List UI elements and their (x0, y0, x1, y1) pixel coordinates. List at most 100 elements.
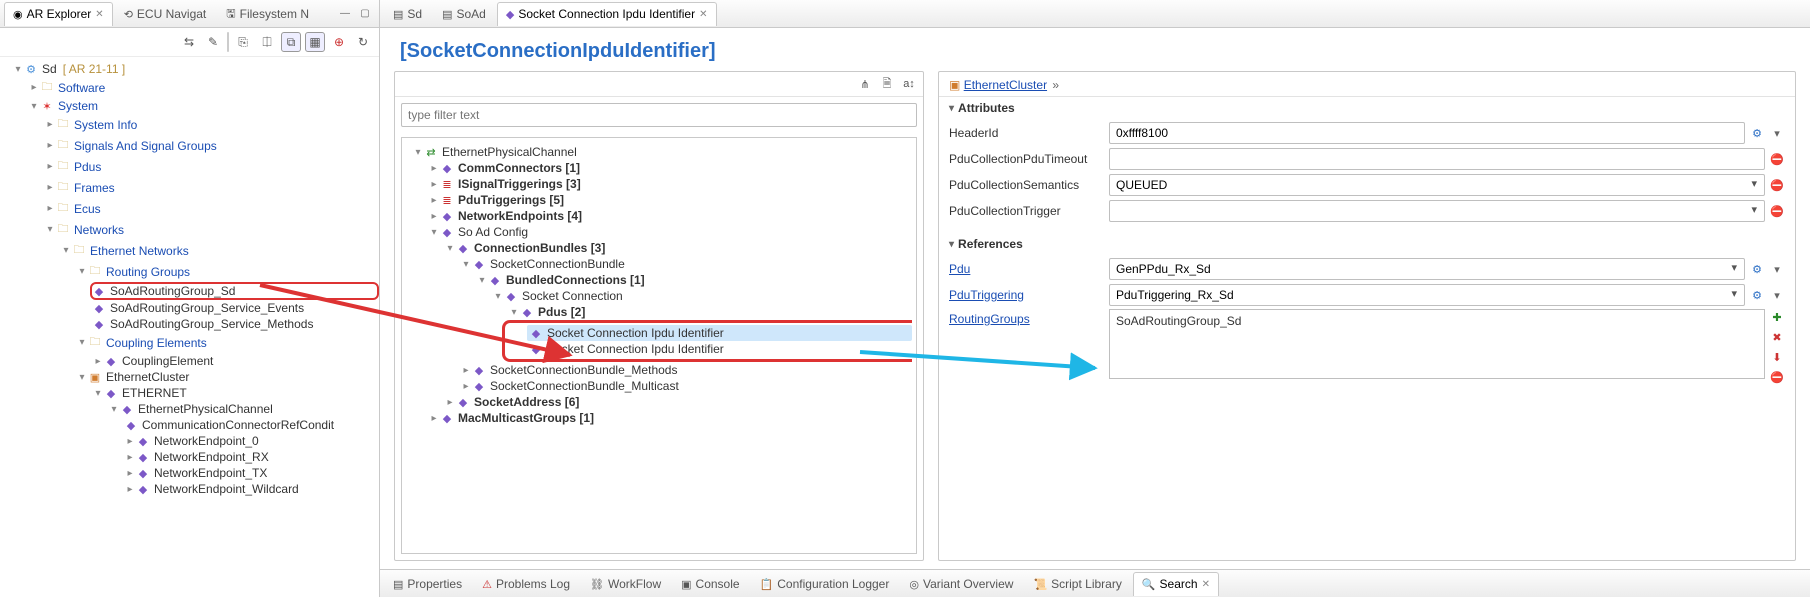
field-link-label[interactable]: Pdu (949, 262, 1109, 276)
doc-icon[interactable]: 🗎 (879, 76, 895, 92)
tree-eth-networks[interactable]: ▾ 🗀 Ethernet Networks (58, 240, 379, 261)
expand-icon[interactable]: ▾ (412, 147, 424, 158)
expand-icon[interactable]: ▸ (428, 195, 440, 206)
hierarchy-icon[interactable]: ⋔ (857, 76, 873, 92)
tree-system[interactable]: ▾ ✶ System (26, 98, 379, 114)
expand-icon[interactable]: ▾ (92, 388, 104, 399)
toolbar-copy-icon[interactable]: ⎘ (233, 32, 253, 52)
ot-scii-selected[interactable]: ◆ Socket Connection Ipdu Identifier (527, 325, 912, 341)
tree-rg-service-methods[interactable]: ◆ SoAdRoutingGroup_Service_Methods (90, 316, 379, 332)
breadcrumb-link[interactable]: EthernetCluster (964, 78, 1047, 92)
close-icon[interactable]: ✕ (699, 9, 707, 20)
tree-coupling-element[interactable]: ▸ ◆ CouplingElement (90, 353, 379, 369)
sort-icon[interactable]: a↕ (901, 76, 917, 92)
expand-icon[interactable]: ▾ (508, 307, 520, 318)
expand-icon[interactable]: ▾ (12, 64, 24, 75)
ot-comm[interactable]: ▸ ◆ CommConnectors [1] (426, 160, 912, 176)
btab-workflow[interactable]: ⛓ WorkFlow (581, 572, 670, 596)
close-icon[interactable]: ✕ (95, 9, 103, 20)
expand-icon[interactable]: ▸ (460, 365, 472, 376)
error-icon[interactable]: ⛔ (1769, 203, 1785, 219)
expand-icon[interactable]: ▾ (492, 291, 504, 302)
expand-icon[interactable]: ▸ (92, 356, 104, 367)
tree-epc-newc[interactable]: ▸ ◆ NetworkEndpoint_Wildcard (122, 481, 379, 497)
ot-cbund[interactable]: ▾ ◆ ConnectionBundles [3] (442, 240, 912, 256)
ot-scbmc[interactable]: ▸ ◆ SocketConnectionBundle_Multicast (458, 378, 912, 394)
expand-icon[interactable]: ▾ (76, 337, 88, 348)
tree-software[interactable]: ▸ 🗀 Software (26, 77, 379, 98)
expand-icon[interactable]: ▸ (428, 413, 440, 424)
field-link-label[interactable]: PduTriggering (949, 288, 1109, 302)
gear-icon[interactable]: ⚙ (1749, 287, 1765, 303)
btab-problems[interactable]: ⚠ Problems Log (473, 572, 579, 596)
tree-epc-ccrc[interactable]: ◆ CommunicationConnectorRefCondit (122, 417, 379, 433)
minimize-icon[interactable]: — (337, 6, 353, 22)
expand-icon[interactable]: ▸ (44, 140, 56, 151)
error-icon[interactable]: ⛔ (1769, 177, 1785, 193)
ot-scb[interactable]: ▾ ◆ SocketConnectionBundle (458, 256, 912, 272)
tree-epc[interactable]: ▾ ◆ EthernetPhysicalChannel (106, 401, 379, 417)
expand-icon[interactable]: ▸ (44, 161, 56, 172)
ot-pdutr[interactable]: ▸ ≣ PduTriggerings [5] (426, 192, 912, 208)
pct-input[interactable] (1109, 148, 1765, 170)
gear-icon[interactable]: ⚙ (1749, 125, 1765, 141)
error-icon[interactable]: ⛔ (1769, 369, 1785, 385)
tree-root-sd[interactable]: ▾ ⚙ Sd [ AR 21-11 ] (10, 61, 379, 77)
expand-icon[interactable]: ▾ (28, 101, 40, 112)
expand-icon[interactable]: ▾ (60, 245, 72, 256)
expand-icon[interactable]: ▸ (460, 381, 472, 392)
list-item[interactable]: SoAdRoutingGroup_Sd (1116, 314, 1241, 328)
tree-ethernet[interactable]: ▾ ◆ ETHERNET (90, 385, 379, 401)
menu-icon[interactable]: ▾ (1769, 125, 1785, 141)
expand-icon[interactable]: ▸ (124, 436, 136, 447)
toolbar-target-icon[interactable]: ⊕ (329, 32, 349, 52)
expand-icon[interactable]: ▾ (44, 224, 56, 235)
tree-pdus[interactable]: ▸ 🗀 Pdus (42, 156, 379, 177)
expand-icon[interactable]: ▸ (428, 211, 440, 222)
tree-system-info[interactable]: ▸ 🗀 System Info (42, 114, 379, 135)
menu-icon[interactable]: ▾ (1769, 261, 1785, 277)
expand-icon[interactable]: ▾ (476, 275, 488, 286)
add-icon[interactable]: ✚ (1769, 309, 1785, 325)
ot-scbm[interactable]: ▸ ◆ SocketConnectionBundle_Methods (458, 362, 912, 378)
routinggroups-list[interactable]: SoAdRoutingGroup_Sd (1109, 309, 1765, 379)
tree-epc-nerx[interactable]: ▸ ◆ NetworkEndpoint_RX (122, 449, 379, 465)
ot-pdus[interactable]: ▾ ◆ Pdus [2] (506, 304, 912, 320)
filter-input[interactable] (401, 103, 917, 127)
tab-scii[interactable]: ◆ Socket Connection Ipdu Identifier ✕ (497, 2, 717, 26)
ot-mcg[interactable]: ▸ ◆ MacMulticastGroups [1] (426, 410, 912, 426)
expand-icon[interactable]: ▾ (444, 243, 456, 254)
gear-icon[interactable]: ⚙ (1749, 261, 1765, 277)
toolbar-grid-icon[interactable]: ⧉ (281, 32, 301, 52)
expand-icon[interactable]: ▸ (44, 119, 56, 130)
btab-search[interactable]: 🔍 Search ✕ (1133, 572, 1219, 596)
ot-isig[interactable]: ▸ ≣ ISignalTriggerings [3] (426, 176, 912, 192)
expand-icon[interactable]: ▸ (428, 179, 440, 190)
pdutrig-select[interactable] (1109, 284, 1745, 306)
btab-properties[interactable]: ▤ Properties (384, 572, 471, 596)
expand-icon[interactable]: ▸ (444, 397, 456, 408)
tree-networks[interactable]: ▾ 🗀 Networks (42, 219, 379, 240)
pcs-select[interactable] (1109, 174, 1765, 196)
ot-bcon[interactable]: ▾ ◆ BundledConnections [1] (474, 272, 912, 288)
toolbar-refresh-icon[interactable]: ↻ (353, 32, 373, 52)
ar-explorer-tree[interactable]: ▾ ⚙ Sd [ AR 21-11 ] ▸ 🗀 Software ▾ ✶ (0, 57, 379, 597)
expand-icon[interactable]: ▸ (124, 452, 136, 463)
section-attributes[interactable]: ▾ Attributes (939, 97, 1795, 119)
expand-icon[interactable]: ▸ (28, 82, 40, 93)
pctr-select[interactable] (1109, 200, 1765, 222)
tree-ethernet-cluster[interactable]: ▾ ▣ EthernetCluster (74, 369, 379, 385)
tree-signals[interactable]: ▸ 🗀 Signals And Signal Groups (42, 135, 379, 156)
tree-epc-ne0[interactable]: ▸ ◆ NetworkEndpoint_0 (122, 433, 379, 449)
tab-ecu-navigat[interactable]: ⟲ ECU Navigat (115, 2, 216, 26)
section-references[interactable]: ▾ References (939, 233, 1795, 255)
tree-ecus[interactable]: ▸ 🗀 Ecus (42, 198, 379, 219)
ot-scon[interactable]: ▾ ◆ Socket Connection (490, 288, 912, 304)
ot-saddr[interactable]: ▸ ◆ SocketAddress [6] (442, 394, 912, 410)
expand-icon[interactable]: ▸ (124, 468, 136, 479)
expand-icon[interactable]: ▸ (124, 484, 136, 495)
pdu-select[interactable] (1109, 258, 1745, 280)
expand-icon[interactable]: ▸ (428, 163, 440, 174)
toolbar-paste-icon[interactable]: ⎅ (257, 32, 277, 52)
ot-epc[interactable]: ▾ ⇄ EthernetPhysicalChannel (410, 144, 912, 160)
